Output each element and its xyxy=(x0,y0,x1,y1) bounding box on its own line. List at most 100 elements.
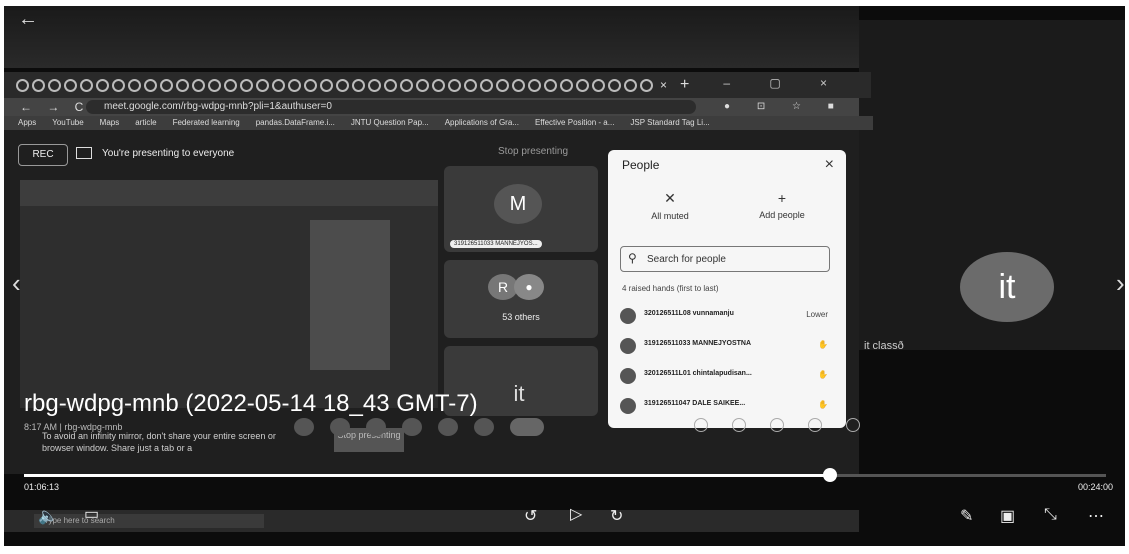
camera-icon[interactable] xyxy=(330,418,350,436)
back-button[interactable]: ← xyxy=(18,8,38,31)
url-input[interactable]: meet.google.com/rbg-wdpg-mnb?pli=1&authu… xyxy=(86,100,696,114)
taskbar-search-input[interactable]: Type here to search xyxy=(34,514,264,528)
tab-icon[interactable] xyxy=(368,78,381,92)
tab-icon[interactable] xyxy=(560,78,573,92)
mini-player-icon[interactable]: ▣ xyxy=(1000,506,1015,526)
bookmark-item[interactable]: Maps xyxy=(100,116,120,130)
tab-icon[interactable] xyxy=(192,78,205,92)
search-input[interactable]: Search for people xyxy=(620,246,830,272)
nav-buttons[interactable]: ← → C xyxy=(20,98,89,116)
list-item[interactable]: 320126511L01 chintalapudisan... ✋ xyxy=(620,366,834,388)
add-person-icon: + xyxy=(777,190,787,206)
tab-icon[interactable] xyxy=(272,78,285,92)
list-item[interactable]: 319126511033 MANNEJYOSTNA ✋ xyxy=(620,336,834,358)
tab-icon[interactable] xyxy=(464,78,477,92)
tab-icon[interactable] xyxy=(384,78,397,92)
bookmark-item[interactable]: JSP Standard Tag Li... xyxy=(630,116,709,130)
present-icon[interactable] xyxy=(438,418,458,436)
next-icon[interactable]: › xyxy=(1116,268,1125,299)
end-call-button[interactable] xyxy=(510,418,544,436)
new-tab-button[interactable]: + xyxy=(680,76,689,94)
volume-icon[interactable]: 🔈 xyxy=(38,506,58,526)
people-icon[interactable] xyxy=(732,418,746,432)
list-item[interactable]: 320126511L08 vunnamanju Lower xyxy=(620,306,834,328)
participant-name: 319126511033 MANNEJYOSTNA xyxy=(644,340,752,347)
presenting-banner: You're presenting to everyone xyxy=(76,144,234,164)
info-icon[interactable] xyxy=(694,418,708,432)
lock-icon[interactable] xyxy=(846,418,860,432)
exit-fullscreen-icon[interactable]: ⤡ xyxy=(1044,506,1057,524)
captions-icon[interactable] xyxy=(366,418,386,436)
tab-icon[interactable] xyxy=(624,78,637,92)
tab-icon[interactable] xyxy=(64,78,77,92)
participant-tile[interactable]: M 319126511033 MANNEJYOS... xyxy=(444,166,598,252)
window-controls[interactable]: – ▢ × xyxy=(723,76,845,90)
all-muted-button[interactable]: ✕ All muted xyxy=(618,190,722,221)
tab-icon[interactable] xyxy=(304,78,317,92)
seek-thumb[interactable] xyxy=(823,468,838,482)
raised-hands-header: 4 raised hands (first to last) xyxy=(622,284,719,293)
tab-icon[interactable] xyxy=(112,78,125,92)
lower-hand-button[interactable]: Lower xyxy=(806,310,828,319)
tab-icon[interactable] xyxy=(336,78,349,92)
tab-icon[interactable] xyxy=(400,78,413,92)
skip-back-icon[interactable]: ↺ xyxy=(524,506,537,526)
seek-bar[interactable] xyxy=(24,468,1106,482)
bookmark-item[interactable]: Effective Position - a... xyxy=(535,116,614,130)
tab-icon[interactable] xyxy=(544,78,557,92)
tab-icon[interactable] xyxy=(128,78,141,92)
subtitles-icon[interactable]: ▭ xyxy=(84,504,99,524)
close-icon[interactable]: × xyxy=(825,156,834,174)
more-options-icon[interactable] xyxy=(474,418,494,436)
bookmark-item[interactable]: Applications of Gra... xyxy=(445,116,519,130)
tab-icon[interactable] xyxy=(576,78,589,92)
play-icon[interactable]: ▷ xyxy=(570,504,582,524)
avatar xyxy=(620,338,636,354)
skip-forward-icon[interactable]: ↻ xyxy=(610,506,623,526)
tab-icon[interactable] xyxy=(592,78,605,92)
previous-icon[interactable]: ‹ xyxy=(12,268,21,299)
tab-icon[interactable] xyxy=(448,78,461,92)
tab-icon[interactable] xyxy=(640,78,653,92)
chat-icon[interactable] xyxy=(770,418,784,432)
bookmark-item[interactable]: JNTU Question Pap... xyxy=(351,116,429,130)
participant-name: 319126511047 DALE SAIKEE... xyxy=(644,400,746,407)
stop-presenting-link[interactable]: Stop presenting xyxy=(498,146,568,157)
bookmark-item[interactable]: YouTube xyxy=(52,116,83,130)
raise-hand-icon[interactable] xyxy=(402,418,422,436)
participant-tile[interactable]: R ● 53 others xyxy=(444,260,598,338)
bookmark-item[interactable]: Apps xyxy=(18,116,36,130)
tab-icon[interactable] xyxy=(528,78,541,92)
tab-icon[interactable] xyxy=(176,78,189,92)
tab-icon[interactable] xyxy=(160,78,173,92)
tab-icon[interactable] xyxy=(352,78,365,92)
tab-icon[interactable] xyxy=(96,78,109,92)
activities-icon[interactable] xyxy=(808,418,822,432)
tab-icon[interactable] xyxy=(240,78,253,92)
tab-icon[interactable] xyxy=(320,78,333,92)
tab-icon[interactable] xyxy=(80,78,93,92)
bookmark-item[interactable]: pandas.DataFrame.i... xyxy=(256,116,335,130)
tab-icon[interactable] xyxy=(224,78,237,92)
bookmark-item[interactable]: article xyxy=(135,116,156,130)
tab-icon[interactable] xyxy=(480,78,493,92)
tab-icon[interactable] xyxy=(16,78,29,92)
tab-icon[interactable] xyxy=(416,78,429,92)
tab-icon[interactable] xyxy=(512,78,525,92)
tab-icon[interactable] xyxy=(496,78,509,92)
mic-icon[interactable] xyxy=(294,418,314,436)
tab-icon[interactable] xyxy=(288,78,301,92)
bookmark-item[interactable]: Federated learning xyxy=(173,116,240,130)
tab-icon[interactable] xyxy=(256,78,269,92)
add-people-button[interactable]: + Add people xyxy=(730,190,834,220)
more-options-icon[interactable]: ⋯ xyxy=(1088,506,1104,526)
tab-icon[interactable] xyxy=(608,78,621,92)
tab-icon[interactable] xyxy=(208,78,221,92)
tab-icon[interactable] xyxy=(48,78,61,92)
tab-icon[interactable] xyxy=(32,78,45,92)
tab-icon[interactable] xyxy=(432,78,445,92)
pen-icon[interactable]: ✎ xyxy=(960,506,973,526)
tab-close-icon[interactable]: × xyxy=(660,78,667,92)
tab-icon[interactable] xyxy=(144,78,157,92)
meeting-info: 8:17 AM | rbg-wdpg-mnb xyxy=(24,422,123,432)
